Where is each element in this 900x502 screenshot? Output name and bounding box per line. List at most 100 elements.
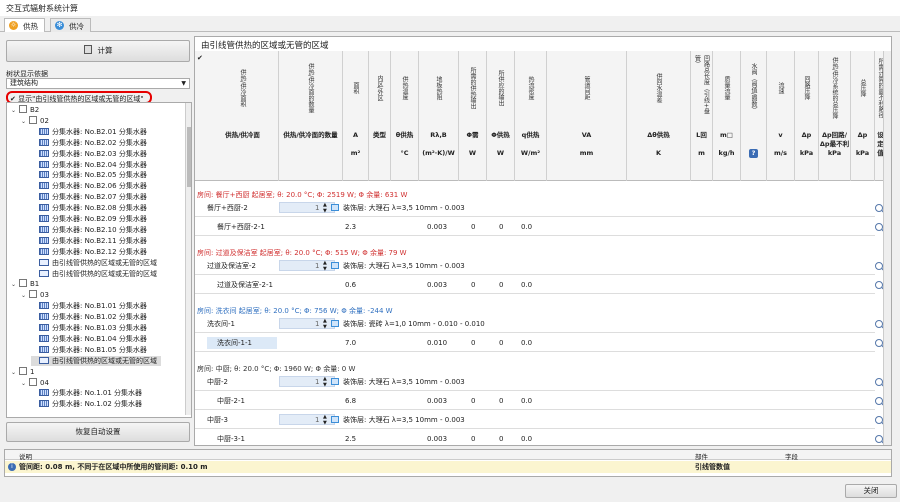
table-row[interactable]: 过道及保洁室-2 1 ▲ ▼ 装饰层: 大理石 λ=3,5 10mm - 0.003 [195, 260, 885, 272]
table-row[interactable]: 中厨-3 1 ▲ ▼ 装饰层: 大理石 λ=3,5 10mm - 0.003 [195, 414, 885, 426]
table-row[interactable]: 餐厅+西厨-2 1 ▲ ▼ 装饰层: 大理石 λ=3,5 10mm - 0.003 [195, 202, 885, 214]
expand-toggle-icon[interactable]: ⌄ [21, 117, 29, 127]
help-icon[interactable]: ? [749, 149, 758, 158]
close-button[interactable]: 关闭 [845, 484, 897, 498]
tree-node[interactable]: 分集水器: No.B2.08 分集水器 [31, 203, 147, 213]
tree-node[interactable]: 分集水器: No.B2.01 分集水器 [31, 127, 147, 137]
search-icon[interactable] [875, 378, 883, 386]
column-header[interactable]: 水阀（阀值/圈数）? [741, 51, 767, 181]
tree-node[interactable]: ⌄ 03 [21, 290, 49, 300]
tree-node[interactable]: ⌄ B2 [11, 105, 39, 115]
tree-node[interactable]: 分集水器: No.1.01 分集水器 [31, 388, 142, 398]
column-header[interactable]: 面积 Am² [343, 51, 369, 181]
column-header[interactable]: 供热/供冷面积 供热/供冷面 [207, 51, 279, 181]
pipe-icon[interactable] [331, 320, 339, 327]
column-header[interactable]: 所需的供热输出 Φ需 W [459, 51, 487, 181]
pipe-icon[interactable] [331, 416, 339, 423]
search-icon[interactable] [875, 223, 883, 231]
table-row[interactable]: 中厨-3-1 2.5 0.003 0 0 0.0 [195, 433, 885, 445]
tree-node[interactable]: ⌄ 04 [21, 377, 49, 389]
tree-node[interactable]: 分集水器: No.B2.04 分集水器 [31, 160, 147, 170]
pipe-icon[interactable] [331, 262, 339, 269]
tree-node[interactable]: ⌄ 1 [11, 366, 34, 378]
column-symbol: q供热 [521, 131, 540, 139]
tree-node[interactable]: 分集水器: No.B2.07 分集水器 [31, 192, 147, 202]
tree-node[interactable]: 分集水器: No.B1.04 分集水器 [31, 334, 147, 344]
tree-node[interactable]: 分集水器: No.B2.05 分集水器 [31, 170, 147, 180]
expand-toggle-icon[interactable]: ⌄ [11, 368, 19, 378]
column-header[interactable]: 管道间距 VA mm [547, 51, 627, 181]
table-row[interactable]: 中厨-2 1 ▲ ▼ 装饰层: 大理石 λ=3,5 10mm - 0.003 [195, 376, 885, 388]
tree-node[interactable]: 分集水器: No.B2.02 分集水器 [31, 138, 147, 148]
tree-node-label: 04 [40, 378, 49, 387]
expand-toggle-icon[interactable]: ⌄ [21, 379, 29, 389]
column-header[interactable]: 回路总长度（引线+盘管） L回 m [691, 51, 713, 181]
column-header[interactable]: 供热/供冷系统的总压降 Δp回路/Δp最不利 kPa [819, 51, 851, 181]
row-divider [195, 293, 875, 294]
structure-tree[interactable]: ⌄ B2 ⌄ 02 分集水器: No.B2.01 分集水器 分集水器: No.B2.02 … [6, 102, 192, 418]
required-output-value: 0 [471, 223, 476, 231]
tree-node[interactable]: 由引线管供热的区域或无管的区域 [31, 269, 157, 279]
search-icon[interactable] [875, 339, 883, 347]
tree-node[interactable]: 分集水器: No.B2.10 分集水器 [31, 225, 147, 235]
table-header: ✔ 供热/供冷面积 供热/供冷面 供热/供冷面的数量 供热/供冷面的数量 面积 Am² 内区… [195, 51, 891, 181]
tab-cooling[interactable]: ✻ 供冷 [50, 18, 91, 32]
tree-node[interactable]: 分集水器: No.B2.09 分集水器 [31, 214, 147, 224]
column-header[interactable]: 质量流量 m□ kg/h [713, 51, 741, 181]
tree-node[interactable]: 分集水器: No.B2.11 分集水器 [31, 236, 147, 246]
tree-node[interactable]: 分集水器: No.B1.02 分集水器 [31, 312, 147, 322]
column-header[interactable]: 总压降 Δp kPa [851, 51, 875, 181]
column-header[interactable]: 所供应的输出 Φ供热 W [487, 51, 515, 181]
tree-node[interactable]: ⌄ B1 [11, 279, 39, 289]
pipe-icon[interactable] [331, 378, 339, 385]
calculate-button[interactable]: 计算 [6, 40, 190, 62]
column-header[interactable]: 热流密度 q供热 W/m² [515, 51, 547, 181]
table-row[interactable]: 过道及保洁室-2-1 0.6 0.003 0 0 0.0 [195, 279, 885, 291]
search-icon[interactable] [875, 320, 883, 328]
row-divider [195, 409, 875, 410]
tree-node[interactable]: 由引线管供热的区域或无管的区域 [31, 355, 161, 366]
expand-toggle-icon[interactable]: ⌄ [11, 106, 19, 116]
expand-toggle-icon[interactable]: ⌄ [11, 280, 19, 290]
table-row[interactable]: 餐厅+西厨-2-1 2.3 0.003 0 0 0.0 [195, 221, 885, 233]
tree-display-select[interactable]: 建筑结构 ▼ [6, 78, 190, 89]
column-header-vertical: 水阀（阀值/圈数） [750, 62, 757, 114]
expand-toggle-icon[interactable]: ⌄ [21, 291, 29, 301]
manifold-icon [39, 324, 49, 331]
column-header[interactable]: 地板热阻 Rλ,B (m²·K)/W [419, 51, 459, 181]
search-icon[interactable] [875, 204, 883, 212]
column-symbol: Φ需 [466, 131, 479, 139]
column-header[interactable]: 内区/外区 类型 [369, 51, 391, 181]
tree-node[interactable]: ⌄ 02 [21, 115, 49, 127]
tree-node[interactable]: 分集水器: No.B2.06 分集水器 [31, 181, 147, 191]
search-icon[interactable] [875, 397, 883, 405]
column-header[interactable]: 回路压降 Δp kPa [795, 51, 819, 181]
tree-node[interactable]: 分集水器: No.B1.05 分集水器 [31, 345, 147, 355]
tree-node-label: 分集水器: No.B2.11 分集水器 [52, 236, 147, 245]
col-part: 部件 [695, 453, 708, 461]
table-row[interactable]: 洗衣间-1-1 7.0 0.010 0 0 0.0 [195, 337, 885, 349]
column-header[interactable]: 供热/供冷面的数量 供热/供冷面的数量 [279, 51, 343, 181]
tree-node[interactable]: 由引线管供热的区域或无管的区域 [31, 258, 157, 268]
tree-node[interactable]: 分集水器: No.B1.01 分集水器 [31, 301, 147, 311]
pipe-icon[interactable] [331, 204, 339, 211]
message-row[interactable]: i 管间距: 0.08 m, 不同于在区域中所使用的管间距: 0.10 m 引线… [5, 461, 891, 473]
search-icon[interactable] [875, 416, 883, 424]
tree-node[interactable]: 分集水器: No.B1.03 分集水器 [31, 323, 147, 333]
column-header[interactable]: 流速 v m/s [767, 51, 795, 181]
table-row[interactable]: 洗衣间-1 1 ▲ ▼ 装饰层: 瓷砖 λ=1,0 10mm - 0.010 - 0.0… [195, 318, 885, 330]
tree-node[interactable]: 分集水器: No.1.02 分集水器 [31, 399, 142, 409]
tree-scrollbar[interactable] [185, 103, 191, 415]
column-header[interactable]: 供热温度 θ供热 °C [391, 51, 419, 181]
table-scrollbar[interactable] [883, 51, 891, 445]
search-icon[interactable] [875, 262, 883, 270]
tab-heating[interactable]: ☼ 供热 [4, 18, 45, 32]
table-row[interactable]: 中厨-2-1 6.8 0.003 0 0 0.0 [195, 395, 885, 407]
search-icon[interactable] [875, 281, 883, 289]
restore-auto-settings-button[interactable]: 恢复自动设置 [6, 422, 190, 442]
tree-node[interactable]: 分集水器: No.B2.12 分集水器 [31, 247, 147, 257]
search-icon[interactable] [875, 435, 883, 443]
column-header[interactable]: 供回水温差 Δθ供热 K [627, 51, 691, 181]
manifold-icon [39, 345, 49, 353]
tree-node[interactable]: 分集水器: No.B2.03 分集水器 [31, 149, 147, 159]
